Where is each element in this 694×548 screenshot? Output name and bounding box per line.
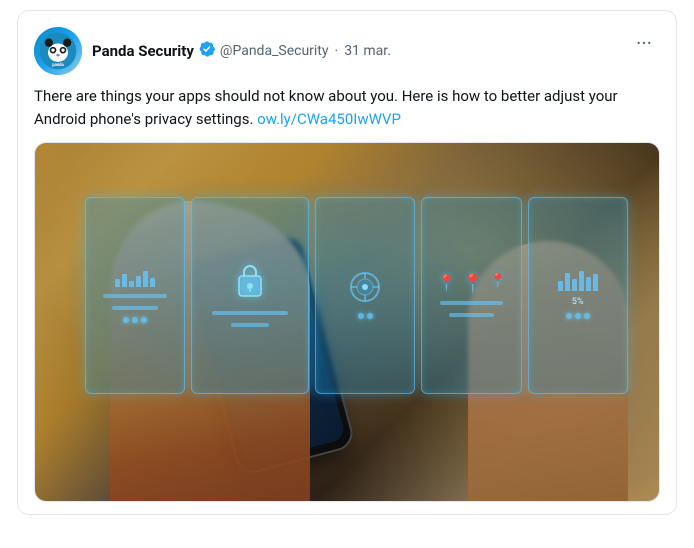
holo-dot-d bbox=[575, 313, 581, 319]
location-pin-1: 📍 bbox=[437, 273, 457, 294]
holo-bar-lock-1 bbox=[212, 311, 288, 315]
holo-bar-loc-1 bbox=[440, 301, 503, 305]
bar-1 bbox=[115, 279, 120, 287]
avatar[interactable]: panda bbox=[34, 27, 82, 75]
account-name-row: Panda Security @Panda_Security · 31 mar. bbox=[92, 40, 391, 62]
holo-card-lock bbox=[191, 197, 309, 394]
pbar-4 bbox=[579, 271, 584, 291]
tweet-card: panda Panda Security @Panda_Security · 3… bbox=[17, 10, 677, 515]
holo-dot-3 bbox=[141, 317, 147, 323]
holo-bar-2 bbox=[112, 306, 157, 310]
tweet-image-container[interactable]: 📍 📍 📍 bbox=[34, 142, 660, 502]
holo-dot-row-2 bbox=[358, 313, 373, 319]
pbar-1 bbox=[558, 281, 563, 291]
holo-dot-row-3 bbox=[566, 313, 590, 319]
verified-badge-icon bbox=[198, 40, 216, 62]
more-options-button[interactable]: ··· bbox=[628, 27, 660, 59]
holo-dot-1 bbox=[123, 317, 129, 323]
mini-chart-2 bbox=[558, 271, 598, 291]
holo-ui-overlay: 📍 📍 📍 bbox=[85, 197, 628, 394]
dot-separator: · bbox=[335, 43, 339, 59]
avatar-inner: panda bbox=[34, 27, 82, 75]
tweet-header-left: panda Panda Security @Panda_Security · 3… bbox=[34, 27, 391, 75]
percentage-label: 5% bbox=[572, 297, 584, 307]
holo-bar-1 bbox=[103, 294, 166, 298]
holo-dot-row bbox=[123, 317, 147, 323]
bar-2 bbox=[122, 274, 127, 287]
tweet-image: 📍 📍 📍 bbox=[35, 143, 659, 501]
bar-5 bbox=[143, 271, 148, 287]
circle-ui-icon bbox=[349, 271, 381, 307]
holo-dot-c bbox=[566, 313, 572, 319]
tweet-date: 31 mar. bbox=[344, 43, 391, 59]
holo-dot-e bbox=[584, 313, 590, 319]
pbar-2 bbox=[565, 273, 570, 291]
pbar-5 bbox=[586, 277, 591, 291]
holo-card-circle bbox=[315, 197, 415, 394]
holo-card-percentage: 5% bbox=[528, 197, 628, 394]
tweet-body: There are things your apps should not kn… bbox=[34, 85, 660, 130]
holo-card-stats bbox=[85, 197, 185, 394]
bar-4 bbox=[136, 276, 141, 287]
holo-dot-b bbox=[367, 313, 373, 319]
location-pin-3: 📍 bbox=[489, 273, 506, 294]
pbar-6 bbox=[593, 274, 598, 291]
holo-card-location: 📍 📍 📍 bbox=[421, 197, 521, 394]
pbar-3 bbox=[572, 279, 577, 291]
holo-dot-2 bbox=[132, 317, 138, 323]
account-handle[interactable]: @Panda_Security bbox=[220, 43, 329, 59]
location-pin-2: 📍 bbox=[462, 273, 484, 294]
mini-chart-icon bbox=[115, 267, 155, 287]
bar-6 bbox=[150, 278, 155, 287]
svg-text:panda: panda bbox=[52, 63, 64, 68]
holo-dot-a bbox=[358, 313, 364, 319]
tweet-link[interactable]: ow.ly/CWa450IwWVP bbox=[257, 110, 401, 128]
lock-icon bbox=[235, 262, 265, 304]
location-pins: 📍 📍 📍 bbox=[437, 273, 507, 294]
holo-bar-loc-2 bbox=[449, 313, 494, 317]
account-name[interactable]: Panda Security bbox=[92, 42, 194, 60]
bar-3 bbox=[129, 281, 134, 287]
panda-logo-icon: panda bbox=[38, 31, 78, 71]
holo-bar-lock-2 bbox=[231, 323, 269, 327]
tweet-header: panda Panda Security @Panda_Security · 3… bbox=[34, 27, 660, 75]
account-info: Panda Security @Panda_Security · 31 mar. bbox=[92, 40, 391, 62]
